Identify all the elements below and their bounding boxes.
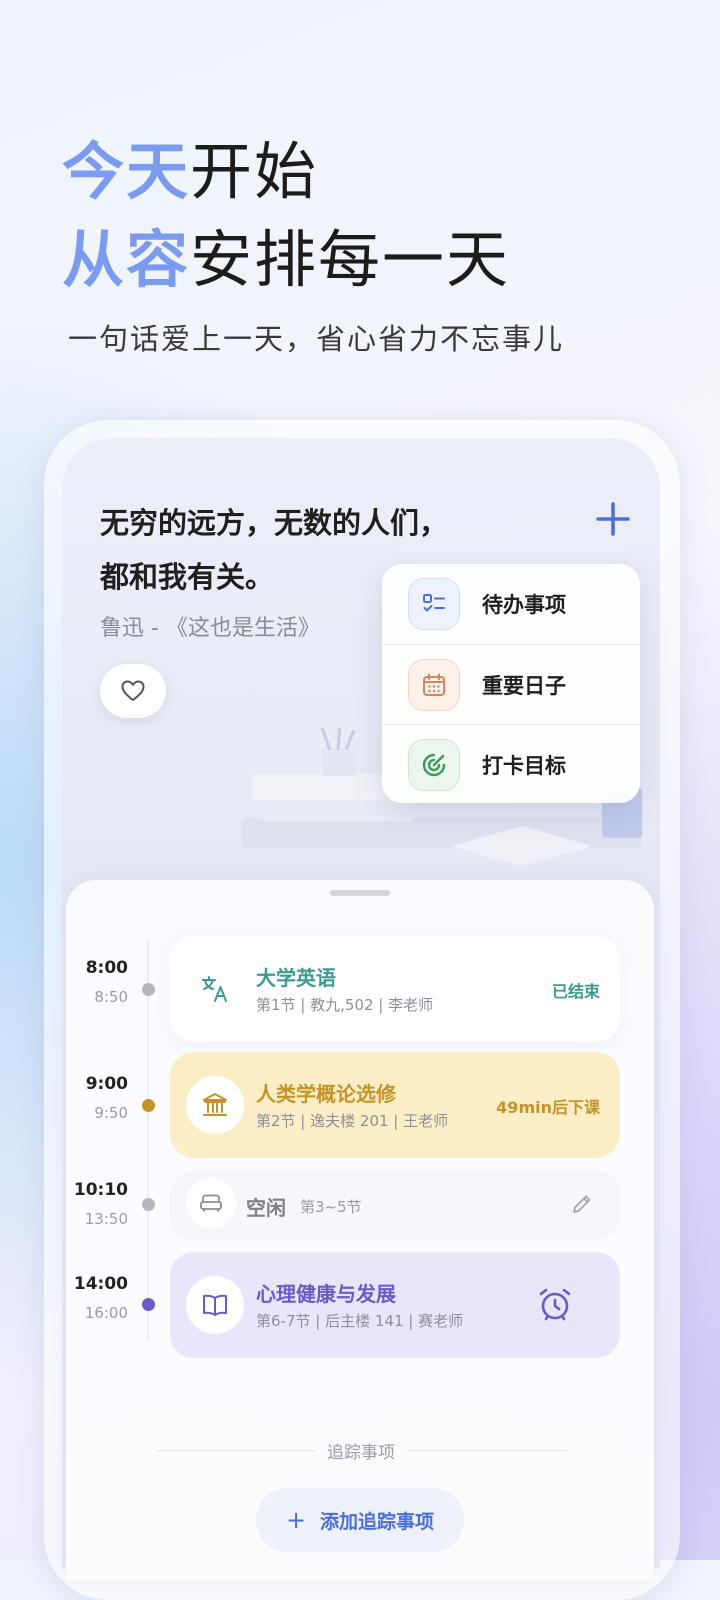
hero-line-1-rest: 开始: [190, 135, 319, 208]
hero-line-1-accent: 今天: [62, 135, 191, 208]
alarm-icon: [539, 1288, 571, 1321]
time-end: 8:50: [94, 988, 128, 1006]
timeline-dot: [142, 1198, 155, 1211]
course-detail: 第2节 | 逸夫楼 201 | 王老师: [256, 1112, 449, 1130]
hero-headline: 今天开始 从容安排每一天: [62, 128, 510, 304]
plus-icon: [596, 502, 630, 536]
divider-line-left: [156, 1450, 316, 1451]
course-status: 49min后下课: [496, 1098, 600, 1117]
schedule-sheet: 8:00 8:50 大学英语 第1节 | 教九,502 | 李老师 已结束 9:…: [66, 880, 654, 1580]
edit-button[interactable]: [570, 1192, 594, 1220]
menu-item-checkin-goal[interactable]: 打卡目标: [382, 724, 640, 805]
timeline-dot: [142, 1099, 155, 1112]
course-title: 人类学概论选修: [256, 1082, 396, 1106]
timeline-line: [147, 940, 149, 1340]
museum-icon: [186, 1076, 244, 1134]
time-start: 10:10: [73, 1180, 128, 1200]
menu-item-todo-label: 待办事项: [482, 593, 566, 617]
hero-line-2-rest: 安排每一天: [190, 223, 511, 296]
time-start: 14:00: [73, 1274, 128, 1294]
course-card[interactable]: 人类学概论选修 第2节 | 逸夫楼 201 | 王老师 49min后下课: [170, 1052, 620, 1158]
pencil-icon: [573, 1195, 591, 1213]
plus-icon: +: [285, 1506, 307, 1534]
add-menu: 待办事项 重要日子 打卡目标: [382, 564, 640, 803]
menu-item-important-day[interactable]: 重要日子: [382, 644, 640, 725]
course-title: 大学英语: [256, 966, 336, 990]
translate-icon: [186, 960, 244, 1018]
tracking-section-label: 追踪事项: [327, 1443, 395, 1463]
course-detail: 第1节 | 教九,502 | 李老师: [256, 996, 434, 1014]
alarm-button[interactable]: [536, 1286, 574, 1328]
quote-line-1: 无穷的远方，无数的人们，: [100, 506, 449, 540]
checklist-icon: [408, 578, 460, 630]
time-start: 8:00: [85, 958, 128, 978]
free-slot-detail: 第3~5节: [300, 1198, 362, 1216]
hero-line-1: 今天开始: [62, 128, 510, 216]
divider-line-right: [406, 1450, 566, 1451]
time-end: 13:50: [84, 1210, 128, 1228]
tracking-section-divider: 追踪事项: [66, 1436, 654, 1466]
heart-icon: [121, 680, 145, 701]
course-detail: 第6-7节 | 后主楼 141 | 赛老师: [256, 1312, 464, 1330]
free-slot-card[interactable]: 空闲 第3~5节: [170, 1170, 620, 1240]
time-end: 9:50: [94, 1104, 128, 1122]
timeline-dot: [142, 1298, 155, 1311]
add-tracking-label: 添加追踪事项: [320, 1510, 435, 1533]
hero-line-2: 从容安排每一天: [62, 216, 510, 304]
target-icon: [408, 739, 460, 791]
menu-item-important-day-label: 重要日子: [482, 674, 566, 698]
course-card[interactable]: 大学英语 第1节 | 教九,502 | 李老师 已结束: [170, 936, 620, 1042]
quote-author: 鲁迅 - 《这也是生活》: [100, 616, 320, 641]
menu-item-checkin-goal-label: 打卡目标: [482, 754, 566, 778]
hero-line-2-accent: 从容: [62, 223, 191, 296]
like-button[interactable]: [100, 664, 166, 718]
add-button[interactable]: [592, 498, 634, 540]
time-start: 9:00: [85, 1074, 128, 1094]
sofa-icon: [186, 1178, 236, 1228]
calendar-icon: [408, 659, 460, 711]
timeline-dot: [142, 983, 155, 996]
hero-subtitle: 一句话爱上一天，省心省力不忘事儿: [68, 322, 565, 356]
sheet-drag-handle[interactable]: [330, 890, 390, 896]
course-status: 已结束: [551, 982, 600, 1001]
add-tracking-button[interactable]: + 添加追踪事项: [256, 1488, 464, 1552]
time-end: 16:00: [84, 1304, 128, 1322]
menu-item-todo[interactable]: 待办事项: [382, 564, 640, 644]
course-title: 心理健康与发展: [256, 1282, 396, 1306]
book-icon: [186, 1276, 244, 1334]
free-slot-title: 空闲: [246, 1196, 286, 1220]
course-card[interactable]: 心理健康与发展 第6-7节 | 后主楼 141 | 赛老师: [170, 1252, 620, 1358]
